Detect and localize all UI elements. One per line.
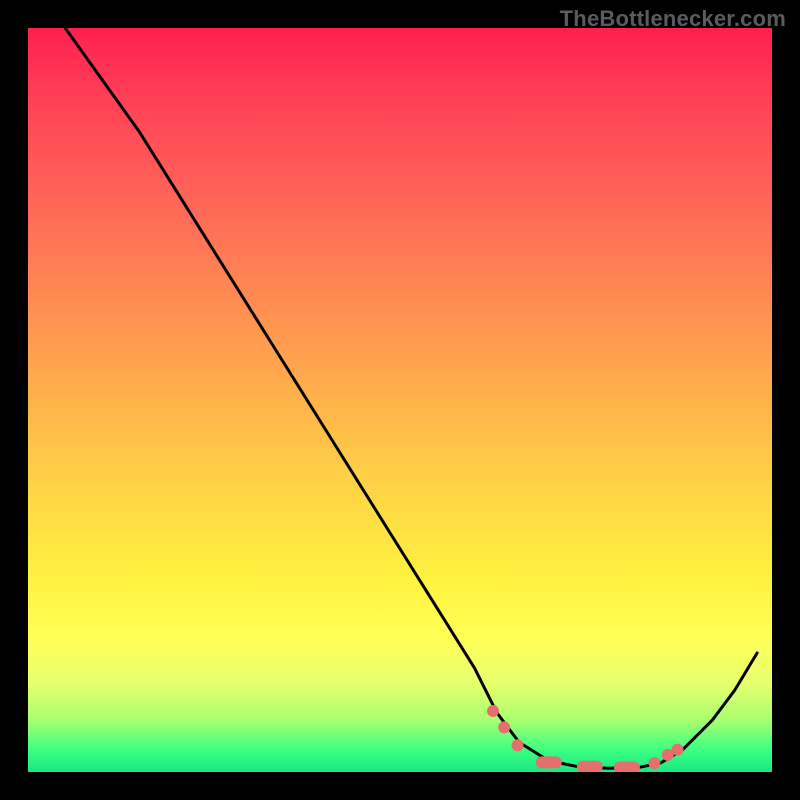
highlight-marker	[672, 744, 684, 756]
highlight-marker	[648, 757, 660, 769]
chart-svg-overlay	[28, 28, 772, 772]
highlight-marker	[487, 705, 499, 717]
highlight-marker	[614, 762, 640, 772]
chart-container: TheBottleneсker.com	[0, 0, 800, 800]
highlight-marker	[577, 761, 603, 772]
bottleneck-curve-path	[65, 28, 757, 768]
watermark-text: TheBottleneсker.com	[560, 6, 786, 32]
bottleneck-curve	[65, 28, 757, 768]
highlight-marker	[498, 721, 510, 733]
plot-area	[28, 28, 772, 772]
highlight-marker	[536, 756, 562, 768]
highlight-marker	[512, 739, 524, 751]
